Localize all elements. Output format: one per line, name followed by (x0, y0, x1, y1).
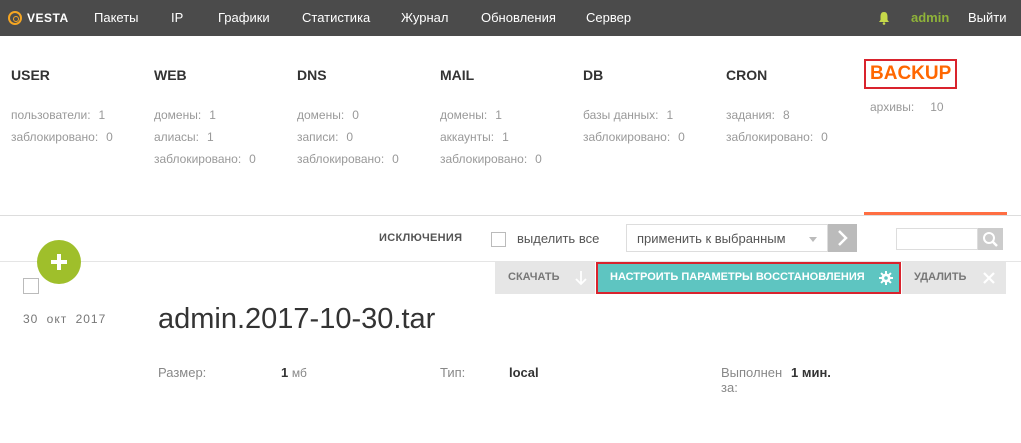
stat-backup-title[interactable]: BACKUP (864, 59, 958, 89)
add-backup-button[interactable] (37, 240, 81, 284)
stat-title: MAIL (440, 67, 475, 83)
stat-user[interactable]: USER пользователи: 1 заблокировано: 0 (11, 66, 113, 148)
backup-date: 30 окт 2017 (23, 312, 107, 326)
stat-line: записи: 0 (297, 130, 354, 144)
duration-value: 1 мин. (791, 365, 831, 380)
nav-server[interactable]: Сервер (586, 0, 631, 36)
divider (0, 215, 1021, 216)
stat-dns[interactable]: DNS домены: 0 записи: 0 заблокировано: 0 (297, 66, 399, 170)
stat-title: DNS (297, 67, 327, 83)
nav-graphs[interactable]: Графики (218, 0, 270, 36)
logout-link[interactable]: Выйти (968, 0, 1007, 36)
row-checkbox[interactable] (23, 278, 39, 294)
nav-log[interactable]: Журнал (401, 0, 448, 36)
stat-line: базы данных: 1 (583, 108, 674, 122)
vesta-logo[interactable]: VESTA (8, 9, 69, 27)
stat-line: заблокировано: 0 (726, 130, 828, 144)
bulk-action-select[interactable]: применить к выбранным (626, 224, 828, 252)
select-all-label[interactable]: выделить все (517, 231, 599, 246)
chevron-right-icon (838, 230, 848, 246)
close-icon (983, 272, 995, 284)
size-label: Размер: (158, 365, 207, 380)
chevron-down-icon (809, 237, 817, 242)
stat-mail[interactable]: MAIL домены: 1 аккаунты: 1 заблокировано: 0 (440, 66, 542, 170)
exclusions-link[interactable]: ИСКЛЮЧЕНИЯ (379, 232, 462, 244)
gear-icon (879, 271, 893, 285)
stat-title: DB (583, 67, 604, 83)
bell-icon[interactable] (878, 11, 890, 25)
stat-cron[interactable]: CRON задания: 8 заблокировано: 0 (726, 66, 828, 148)
restore-label: НАСТРОИТЬ ПАРАМЕТРЫ ВОССТАНОВЛЕНИЯ (610, 271, 865, 283)
duration-label-line1: Выполнен (721, 365, 783, 380)
search-button[interactable] (978, 228, 1003, 250)
stat-line: алиасы: 1 (154, 130, 214, 144)
arrow-down-icon (575, 271, 587, 286)
bulk-action-selected: применить к выбранным (637, 231, 786, 246)
delete-label: УДАЛИТЬ (914, 271, 967, 283)
logo-text: VESTA (27, 11, 69, 25)
restore-settings-button[interactable]: НАСТРОИТЬ ПАРАМЕТРЫ ВОССТАНОВЛЕНИЯ (596, 262, 901, 294)
nav-packages[interactable]: Пакеты (94, 0, 139, 36)
nav-ip[interactable]: IP (171, 0, 183, 36)
type-value: local (509, 365, 539, 380)
stat-line: задания: 8 (726, 108, 790, 122)
stat-line: заблокировано: 0 (297, 152, 399, 166)
stat-title: WEB (154, 67, 187, 83)
stat-line: заблокировано: 0 (154, 152, 256, 166)
stat-title: CRON (726, 67, 768, 83)
search-input[interactable] (896, 228, 978, 250)
nav-statistics[interactable]: Статистика (302, 0, 370, 36)
stat-db[interactable]: DB базы данных: 1 заблокировано: 0 (583, 66, 685, 148)
size-value: 1 мб (281, 365, 307, 380)
download-button[interactable]: СКАЧАТЬ (495, 262, 595, 294)
stat-line: домены: 1 (154, 108, 216, 122)
current-user-link[interactable]: admin (911, 0, 949, 36)
stat-backup-line: архивы: 10 (870, 100, 944, 114)
vesta-logo-icon (8, 11, 22, 25)
backup-name: admin.2017-10-30.tar (158, 303, 436, 335)
stat-line: заблокировано: 0 (11, 130, 113, 144)
delete-button[interactable]: УДАЛИТЬ (902, 262, 1006, 294)
type-label: Тип: (440, 365, 466, 380)
search-icon (983, 232, 998, 247)
stat-line: домены: 1 (440, 108, 502, 122)
duration-label-line2: за: (721, 380, 738, 395)
apply-bulk-button[interactable] (828, 224, 857, 252)
stat-line: заблокировано: 0 (440, 152, 542, 166)
stat-line: заблокировано: 0 (583, 130, 685, 144)
stat-web[interactable]: WEB домены: 1 алиасы: 1 заблокировано: 0 (154, 66, 256, 170)
stat-title: USER (11, 67, 50, 83)
stat-line: аккаунты: 1 (440, 130, 509, 144)
download-label: СКАЧАТЬ (508, 271, 560, 283)
stat-line: домены: 0 (297, 108, 359, 122)
nav-updates[interactable]: Обновления (481, 0, 556, 36)
stat-line: пользователи: 1 (11, 108, 106, 122)
select-all-checkbox[interactable] (491, 232, 506, 247)
top-nav-bar: VESTA Пакеты IP Графики Статистика Журна… (0, 0, 1021, 36)
